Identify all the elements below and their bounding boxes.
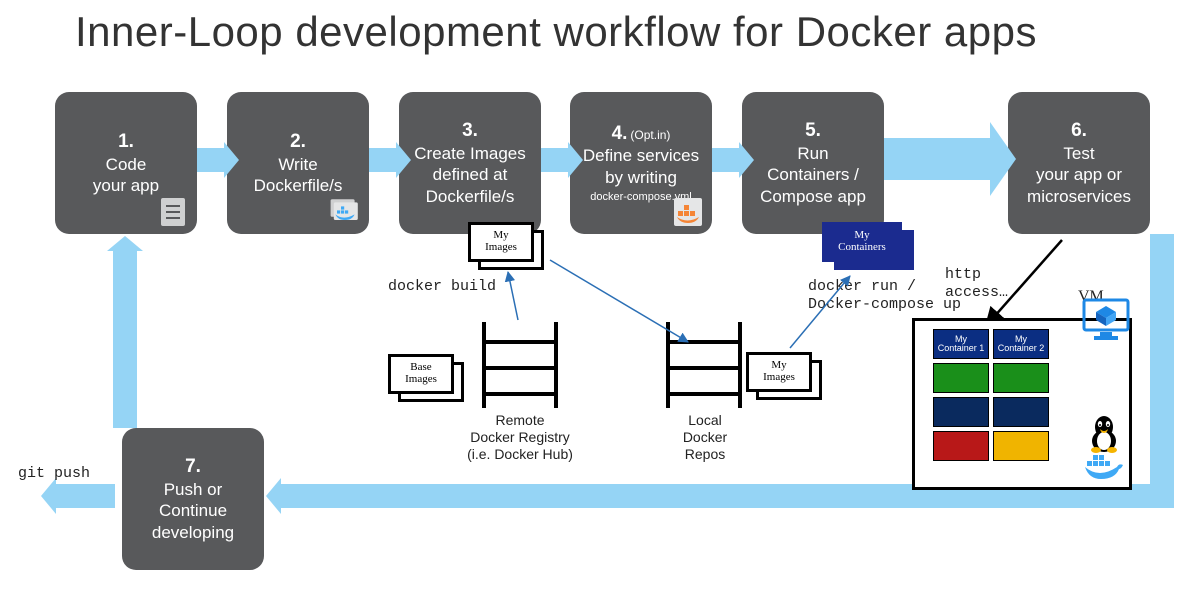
step-optional: (Opt.in) xyxy=(630,128,670,142)
arrow-git-push xyxy=(55,484,115,508)
vm-container-1: MyContainer 1 xyxy=(933,329,989,359)
vm-layer-navy xyxy=(933,397,989,427)
label-docker-run: docker run /Docker-compose up xyxy=(808,278,961,314)
step-text: your app xyxy=(93,175,159,196)
step-4-define-services: 4.(Opt.in) Define services by writing do… xyxy=(570,92,712,234)
step-7-push-continue: 7. Push or Continue developing xyxy=(122,428,264,570)
vm-container-grid: MyContainer 1 MyContainer 2 xyxy=(933,329,1049,461)
step-text: Define services xyxy=(583,145,699,166)
label-remote-registry: RemoteDocker Registry(i.e. Docker Hub) xyxy=(445,412,595,462)
card-front: MyImages xyxy=(468,222,534,262)
arrow-1-to-2 xyxy=(197,148,225,172)
card-front: MyContainers xyxy=(822,222,902,262)
page-title: Inner-Loop development workflow for Dock… xyxy=(75,8,1037,56)
step-2-write-dockerfile: 2. Write Dockerfile/s xyxy=(227,92,369,234)
step-text: Compose app xyxy=(760,186,866,207)
arrow-7-to-1 xyxy=(113,250,137,428)
docker-whale-icon xyxy=(329,196,361,228)
linux-penguin-icon xyxy=(1087,413,1121,453)
vm-layer-red xyxy=(933,431,989,461)
step-number: 6. xyxy=(1071,120,1087,141)
docker-whale-icon xyxy=(1083,449,1123,481)
arrow-2-to-3 xyxy=(369,148,397,172)
step-text: by writing xyxy=(605,167,677,188)
step-text: defined at xyxy=(433,164,508,185)
step-text: Test xyxy=(1063,143,1094,164)
card-front: BaseImages xyxy=(388,354,454,394)
arrow-3-to-4 xyxy=(541,148,569,172)
arrow-4-to-5 xyxy=(712,148,740,172)
vm-layer-yellow xyxy=(993,431,1049,461)
vm-layer-green xyxy=(993,363,1049,393)
label-git-push: git push xyxy=(18,465,90,482)
label-http-access: httpaccess… xyxy=(945,266,1008,302)
step-text: your app or xyxy=(1036,164,1122,185)
step-text: Create Images xyxy=(414,143,526,164)
step-number: 3. xyxy=(462,120,478,141)
step-text: Containers / xyxy=(767,164,859,185)
step-5-run-containers: 5. Run Containers / Compose app xyxy=(742,92,884,234)
monitor-icon xyxy=(1082,298,1130,342)
step-text: Continue xyxy=(159,500,227,521)
step-text: Dockerfile/s xyxy=(254,175,343,196)
docker-compose-icon xyxy=(672,196,704,228)
step-number: 1. xyxy=(118,131,134,152)
label-docker-build: docker build xyxy=(388,278,496,295)
step-number: 7. xyxy=(185,456,201,477)
vm-box: MyContainer 1 MyContainer 2 xyxy=(912,318,1132,490)
step-number: 2. xyxy=(290,131,306,152)
step-number: 5. xyxy=(805,120,821,141)
vm-layer-navy xyxy=(993,397,1049,427)
step-text: Dockerfile/s xyxy=(426,186,515,207)
step-text: Push or xyxy=(164,479,223,500)
step-text: developing xyxy=(152,522,234,543)
vm-layer-green xyxy=(933,363,989,393)
vm-container-2: MyContainer 2 xyxy=(993,329,1049,359)
arrow-5-to-6 xyxy=(884,138,992,180)
step-text: Write xyxy=(278,154,317,175)
step-3-create-images: 3. Create Images defined at Dockerfile/s xyxy=(399,92,541,234)
step-6-test-app: 6. Test your app or microservices xyxy=(1008,92,1150,234)
document-icon xyxy=(157,196,189,228)
step-text: microservices xyxy=(1027,186,1131,207)
local-repos-rack xyxy=(660,322,748,408)
step-number: 4. xyxy=(612,123,628,144)
remote-registry-rack xyxy=(476,322,564,408)
label-local-repos: LocalDockerRepos xyxy=(650,412,760,462)
step-1-code-app: 1. Code your app xyxy=(55,92,197,234)
step-text: Code xyxy=(106,154,147,175)
card-front: MyImages xyxy=(746,352,812,392)
step-text: Run xyxy=(797,143,828,164)
arrow-6-down xyxy=(1150,234,1174,506)
